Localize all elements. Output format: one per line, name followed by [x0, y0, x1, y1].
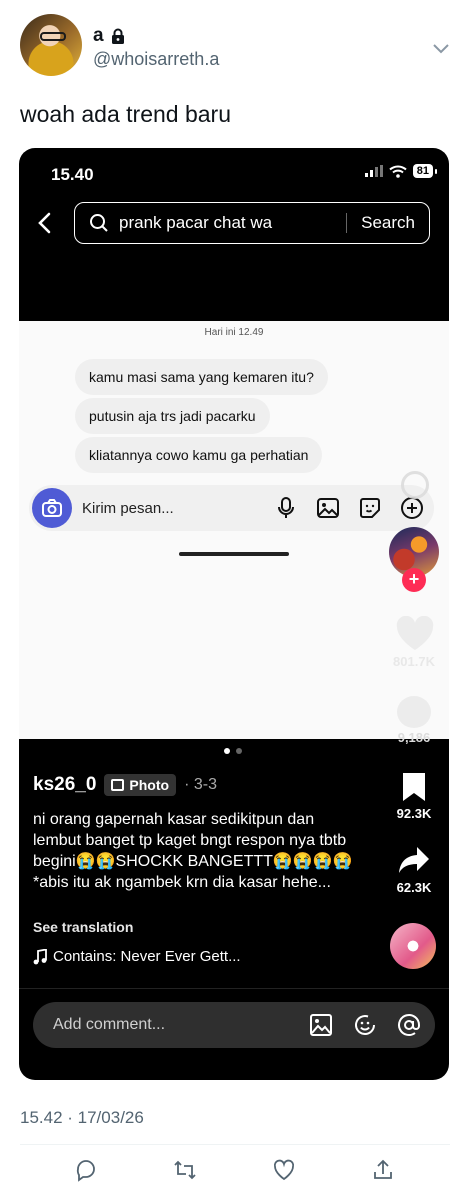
author-avatar[interactable]: [20, 14, 82, 76]
bookmark-icon[interactable]: [400, 771, 428, 803]
tweet-actions: [0, 1158, 468, 1182]
like-heart-icon[interactable]: [395, 616, 435, 652]
home-indicator: [179, 552, 289, 556]
tweet-timestamp[interactable]: 15.42 · 17/03/26: [20, 1108, 144, 1128]
chat-message: putusin aja trs jadi pacarku: [75, 398, 270, 434]
emoji-icon[interactable]: [353, 1013, 377, 1037]
post-username[interactable]: ks26_0: [33, 774, 96, 796]
message-tools: [274, 496, 424, 520]
message-placeholder: Kirim pesan...: [82, 499, 174, 517]
mention-icon[interactable]: [397, 1013, 421, 1037]
comment-tools: [309, 1013, 421, 1037]
divider: [19, 988, 449, 989]
retweet-icon[interactable]: [173, 1158, 197, 1182]
heart-icon[interactable]: [272, 1158, 296, 1182]
divider: [20, 1144, 450, 1145]
tweet-media-image[interactable]: 15.40 81 prank pacar chat wa Search Hari…: [19, 148, 449, 1080]
music-row[interactable]: Contains: Never Ever Gett...: [33, 948, 241, 965]
image-icon: [317, 498, 339, 518]
status-time: 15.40: [51, 165, 94, 184]
chat-message: kamu masi sama yang kemaren itu?: [75, 359, 328, 395]
comment-input[interactable]: Add comment...: [33, 1002, 435, 1048]
search-icon: [90, 214, 108, 232]
page-indicator: · 3-3: [184, 776, 217, 793]
wifi-icon: [389, 165, 407, 178]
comments-count: 9,186: [397, 730, 431, 745]
likes-count: 801.7K: [393, 654, 435, 669]
share-arrow-icon[interactable]: [397, 844, 431, 876]
comment-placeholder: Add comment...: [53, 1016, 166, 1033]
sound-disc[interactable]: [390, 923, 436, 969]
carousel-dot: [236, 748, 242, 754]
chat-time-label: Hari ini 12.49: [204, 327, 264, 338]
carousel-dot-active: [224, 748, 230, 754]
see-translation-link[interactable]: See translation: [33, 919, 133, 935]
author-handle[interactable]: @whoisarreth.a: [93, 49, 219, 70]
camera-icon: [32, 488, 72, 528]
follow-plus-icon[interactable]: +: [402, 568, 426, 592]
photo-icon: [111, 779, 125, 791]
image-icon[interactable]: [309, 1013, 333, 1037]
back-icon[interactable]: [37, 212, 53, 234]
carousel-dots: [224, 748, 242, 754]
display-name[interactable]: a: [93, 25, 104, 47]
status-icons: 81: [364, 164, 438, 178]
comment-bubble-icon[interactable]: [397, 696, 431, 728]
sticker-icon: [360, 498, 380, 518]
share-icon[interactable]: [371, 1158, 395, 1182]
search-bar[interactable]: prank pacar chat wa Search: [74, 202, 430, 244]
battery-indicator: 81: [412, 164, 438, 178]
author-name-row: a: [93, 25, 126, 47]
post-user-row: ks26_0 Photo · 3-3: [33, 774, 217, 796]
music-note-icon: [33, 948, 47, 964]
chat-message: kliatannya cowo kamu ga perhatian: [75, 437, 323, 473]
music-title: Contains: Never Ever Gett...: [53, 948, 241, 965]
shares-count: 62.3K: [396, 880, 432, 895]
chevron-down-icon[interactable]: [431, 38, 451, 58]
microphone-icon: [278, 497, 294, 518]
search-query[interactable]: prank pacar chat wa: [119, 213, 346, 233]
lock-icon: [111, 28, 124, 44]
effect-icon[interactable]: [401, 471, 429, 499]
photo-tag: Photo: [104, 774, 177, 796]
search-button[interactable]: Search: [347, 213, 429, 233]
signal-icon: [364, 165, 383, 177]
reply-icon[interactable]: [74, 1158, 98, 1182]
post-caption: ni orang gapernah kasar sedikitpun dan l…: [33, 811, 353, 891]
plus-circle-icon: [401, 497, 423, 519]
saves-count: 92.3K: [396, 806, 432, 821]
message-input-bar: Kirim pesan...: [29, 485, 434, 531]
tweet-text: woah ada trend baru: [20, 101, 231, 127]
photo-tag-label: Photo: [129, 777, 170, 793]
